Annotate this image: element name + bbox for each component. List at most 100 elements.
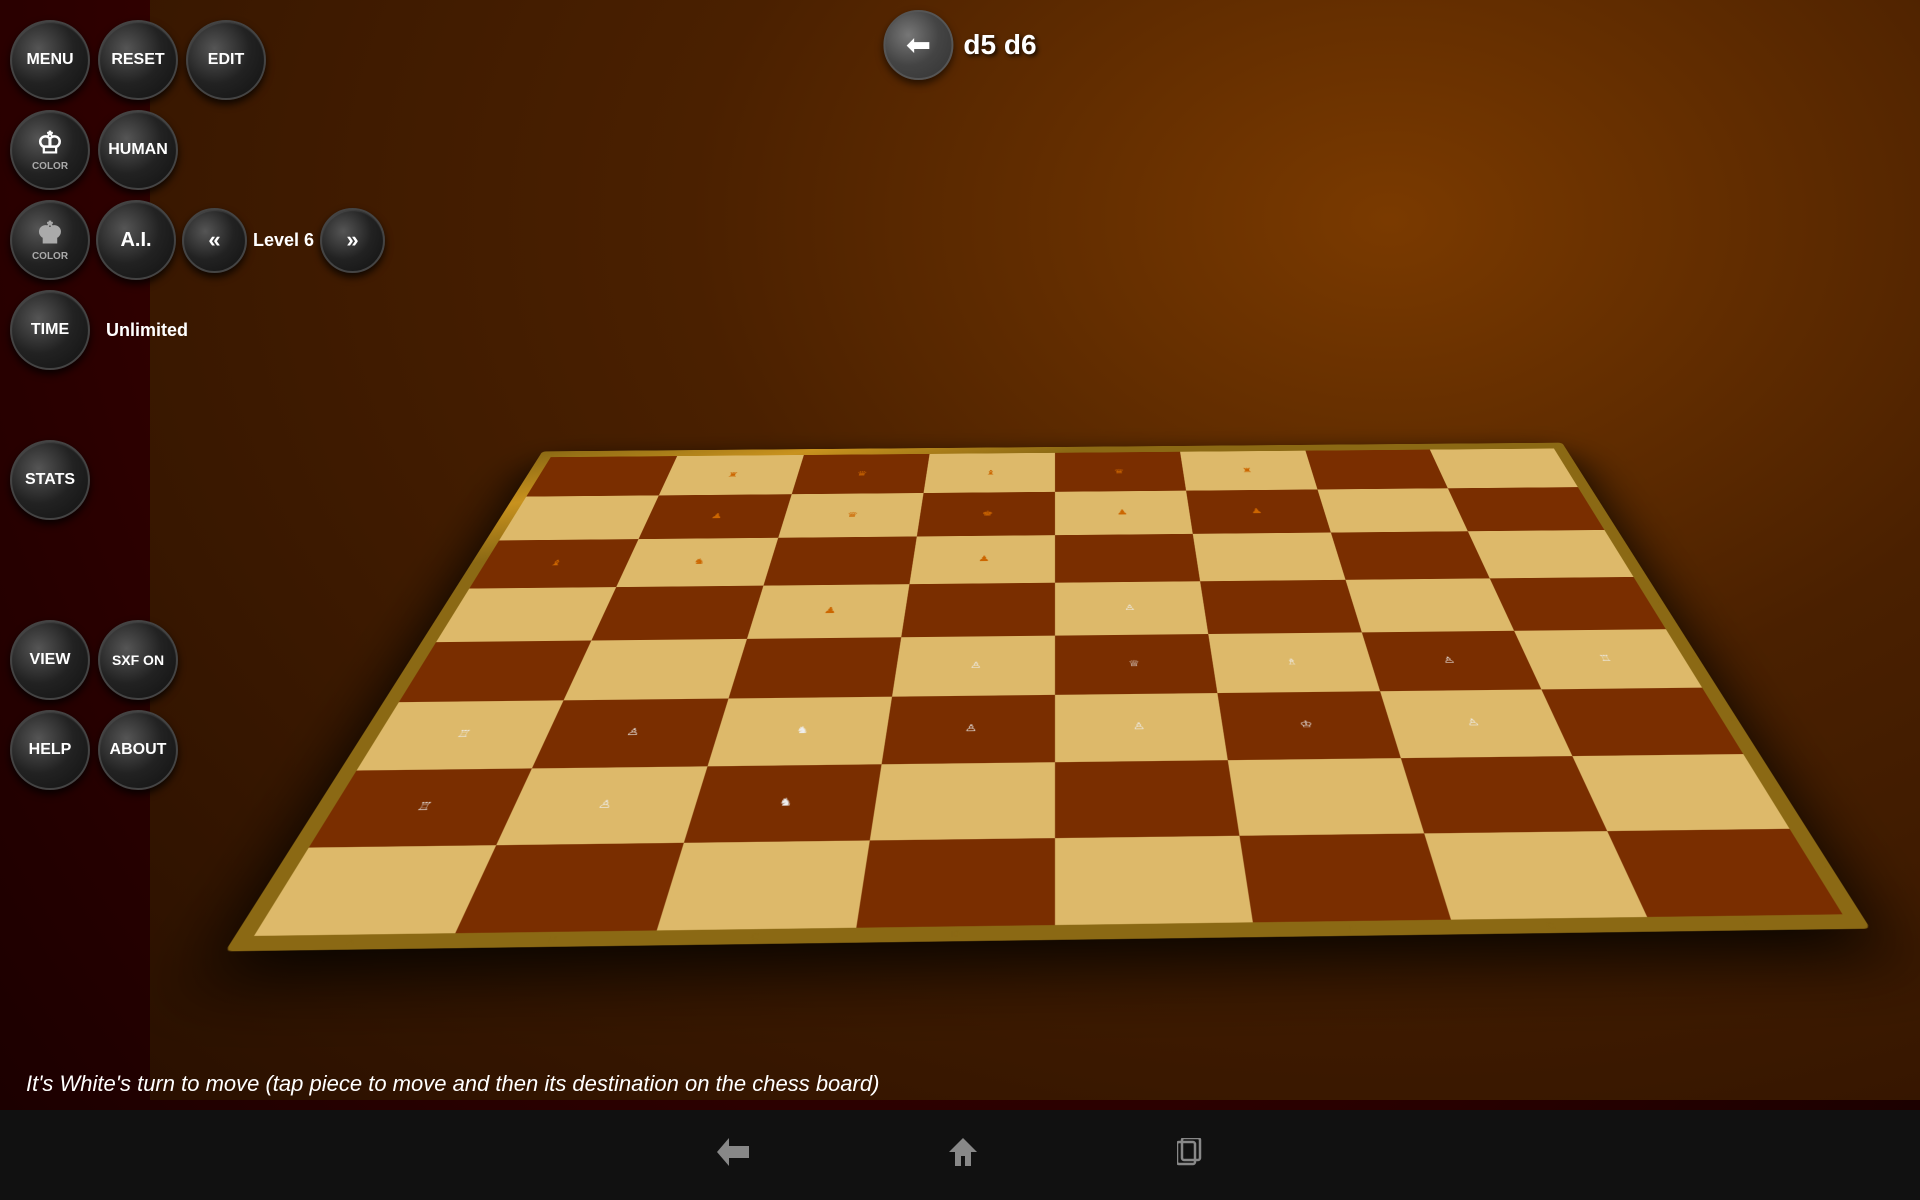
square-e1[interactable]	[1055, 836, 1253, 925]
square-h8[interactable]	[1430, 449, 1578, 489]
square-b6[interactable]: ♞	[616, 538, 777, 587]
human-button[interactable]: HUMAN	[98, 110, 178, 190]
black-king-icon: ♚	[37, 219, 64, 249]
reset-button[interactable]: RESET	[98, 20, 178, 100]
square-g8[interactable]	[1305, 450, 1448, 490]
square-e5[interactable]: ♙	[1055, 581, 1208, 635]
board-grid[interactable]: ♜ ♛ ♝ ♛ ♜ ♟ ♛ ♚ ♟ ♟ ♝ ♞ ♟	[254, 449, 1843, 936]
row-label-1: 1	[1822, 865, 1834, 874]
time-value: Unlimited	[98, 320, 196, 341]
square-h4[interactable]: ♖	[1514, 629, 1702, 689]
square-c7[interactable]: ♛	[778, 493, 923, 537]
square-a6[interactable]: ♝	[469, 539, 638, 589]
square-e4[interactable]: ♕	[1055, 634, 1218, 695]
ai-button[interactable]: A.I.	[96, 200, 176, 280]
square-g4[interactable]: ♙	[1361, 631, 1541, 692]
chess-board-3d[interactable]: ♜ ♛ ♝ ♛ ♜ ♟ ♛ ♚ ♟ ♟ ♝ ♞ ♟	[225, 443, 1870, 952]
square-d2[interactable]	[870, 762, 1055, 840]
square-g5[interactable]	[1345, 578, 1514, 632]
square-a5[interactable]	[436, 587, 616, 642]
square-g2[interactable]	[1400, 756, 1607, 833]
undo-arrow-icon: ⬅	[906, 28, 931, 63]
square-g7[interactable]	[1317, 488, 1467, 532]
undo-button[interactable]: ⬅	[883, 10, 953, 80]
help-button[interactable]: HELP	[10, 710, 90, 790]
square-c3[interactable]: ♞	[707, 697, 892, 766]
square-g3[interactable]: ♙	[1380, 690, 1572, 758]
square-c1[interactable]	[656, 840, 869, 930]
square-e6[interactable]	[1055, 534, 1200, 583]
player2-color-button[interactable]: ♚ COLOR	[10, 200, 90, 280]
square-b2[interactable]: ♙	[497, 766, 708, 845]
menu-button[interactable]: MENU	[10, 20, 90, 100]
square-e3[interactable]: ♙	[1055, 693, 1228, 762]
square-d7[interactable]: ♚	[917, 492, 1055, 536]
player1-color-button[interactable]: ♔ COLOR	[10, 110, 90, 190]
square-h3[interactable]	[1541, 688, 1743, 756]
square-h7[interactable]	[1448, 487, 1605, 531]
square-b4[interactable]	[564, 639, 747, 701]
square-a4[interactable]	[399, 641, 592, 703]
view-button[interactable]: VIEW	[10, 620, 90, 700]
row-label-4: 4	[1690, 654, 1699, 660]
square-d3[interactable]: ♙	[881, 695, 1055, 764]
about-button[interactable]: ABOUT	[98, 710, 178, 790]
col-label-d: D	[951, 930, 960, 940]
white-king-icon: ♔	[37, 129, 64, 159]
stats-button[interactable]: STATS	[10, 440, 90, 520]
square-f4[interactable]: ♗	[1208, 632, 1379, 693]
square-d5[interactable]	[901, 583, 1055, 638]
square-c4[interactable]	[728, 637, 901, 698]
square-g6[interactable]	[1330, 531, 1489, 580]
square-d4[interactable]: ♙	[892, 636, 1055, 697]
square-b5[interactable]	[592, 586, 764, 641]
square-c6[interactable]	[763, 536, 917, 585]
level-next-button[interactable]: »	[320, 208, 385, 273]
square-b8[interactable]: ♜	[659, 455, 804, 495]
square-d8[interactable]: ♝	[923, 453, 1055, 493]
android-nav-bar	[0, 1110, 1920, 1200]
nav-home-button[interactable]	[949, 1138, 977, 1173]
square-c5[interactable]: ♟	[747, 584, 910, 639]
col-label-f: F	[1349, 924, 1358, 934]
square-h2[interactable]	[1572, 754, 1789, 831]
square-b3[interactable]: ♙	[532, 699, 728, 768]
square-e7[interactable]: ♟	[1055, 491, 1193, 535]
sxf-button[interactable]: SXF ON	[98, 620, 178, 700]
level-prev-button[interactable]: «	[182, 208, 247, 273]
square-e8[interactable]: ♛	[1055, 452, 1186, 492]
square-f8[interactable]: ♜	[1180, 451, 1317, 491]
square-a7[interactable]	[499, 495, 659, 540]
square-e2[interactable]	[1055, 760, 1240, 838]
col-label-g: G	[1545, 922, 1558, 932]
square-d1[interactable]	[856, 838, 1055, 928]
row-label-7: 7	[1596, 506, 1603, 511]
square-h5[interactable]	[1489, 577, 1665, 631]
square-f2[interactable]	[1228, 758, 1424, 836]
edit-button[interactable]: EDIT	[186, 20, 266, 100]
square-f1[interactable]	[1240, 833, 1451, 922]
col-label-a: A	[343, 938, 357, 948]
square-a8[interactable]	[526, 456, 677, 497]
nav-recent-button[interactable]	[1177, 1138, 1203, 1173]
square-h6[interactable]	[1468, 530, 1634, 579]
view-row: VIEW SXF ON	[10, 620, 385, 700]
row-label-5: 5	[1655, 599, 1663, 605]
square-c8[interactable]: ♛	[791, 454, 929, 494]
square-c2[interactable]: ♞	[683, 764, 881, 843]
top-button-row: MENU RESET EDIT	[10, 20, 385, 100]
square-f6[interactable]	[1193, 532, 1345, 581]
square-b7[interactable]: ♟	[639, 494, 792, 539]
stats-row: STATS	[10, 440, 385, 520]
row-label-2: 2	[1772, 786, 1783, 794]
chess-3d-container[interactable]: ♜ ♛ ♝ ♛ ♜ ♟ ♛ ♚ ♟ ♟ ♝ ♞ ♟	[230, 0, 1880, 1030]
time-button[interactable]: TIME	[10, 290, 90, 370]
square-f5[interactable]	[1200, 580, 1361, 634]
square-a3[interactable]: ♖	[357, 700, 564, 770]
last-move-text: d5 d6	[963, 29, 1036, 61]
square-d6[interactable]: ♟	[909, 535, 1055, 584]
col-label-b: B	[547, 935, 559, 945]
square-f3[interactable]: ♔	[1218, 691, 1401, 759]
square-f7[interactable]: ♟	[1186, 490, 1330, 534]
nav-back-button[interactable]	[717, 1138, 749, 1173]
